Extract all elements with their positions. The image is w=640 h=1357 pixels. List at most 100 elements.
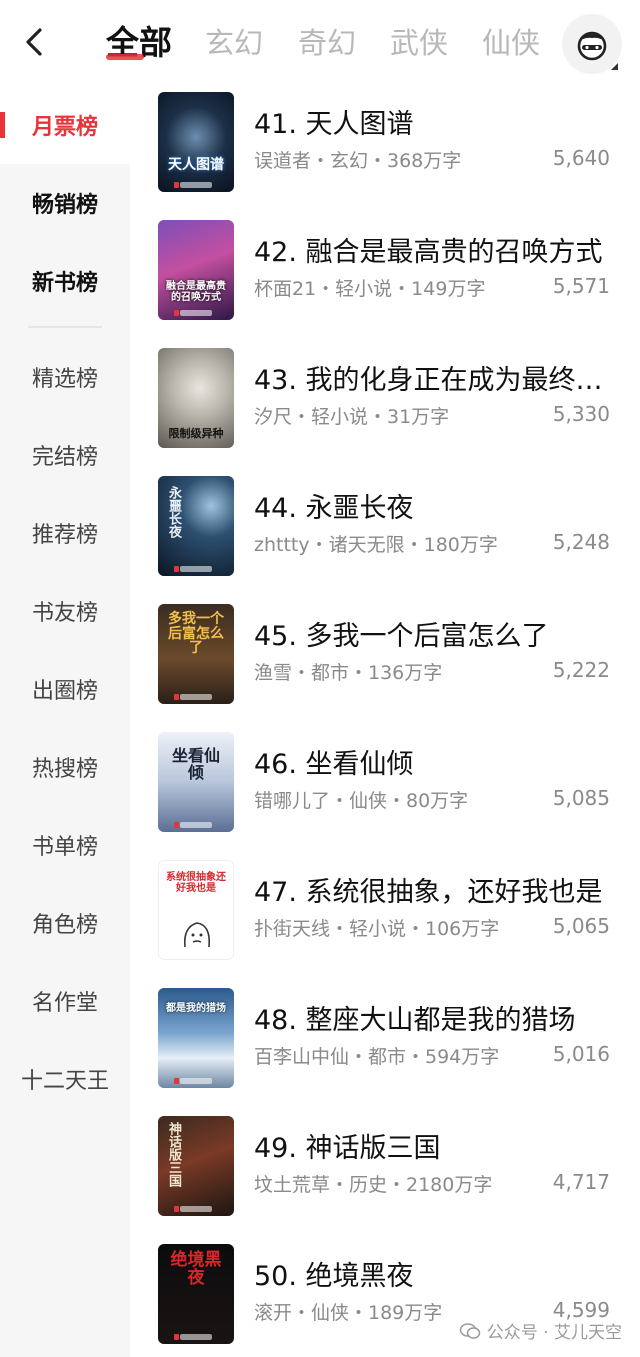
vote-count: 5,065 [552,914,610,938]
book-meta: 错哪儿了・仙侠・80万字 [254,790,469,812]
vote-count: 4,717 [552,1170,610,1194]
book-cover[interactable]: 神话版三国 [158,1116,234,1216]
publisher-badge [174,182,212,188]
vote-count: 5,085 [552,786,610,810]
doodle-face-icon [183,922,211,948]
sidebar-item-label: 新书榜 [31,271,98,296]
sidebar-item-label: 完结榜 [31,445,98,470]
tab-xuanhuan[interactable]: 玄幻 [205,20,263,66]
sidebar-item-hall-of-fame[interactable]: 名作堂 [0,962,130,1040]
sidebar-item-recommended[interactable]: 推荐榜 [0,494,130,572]
tab-qihuan[interactable]: 奇幻 [298,20,356,66]
book-meta: 误道者・玄幻・368万字 [254,150,462,172]
sidebar-item-label: 角色榜 [31,913,98,938]
book-cover[interactable]: 永噩长夜 [158,476,234,576]
book-cover[interactable]: 融合是最高贵的召唤方式 [158,220,234,320]
dropdown-corner-icon [611,63,618,70]
book-meta: 杯面21・轻小说・149万字 [254,278,486,300]
sidebar-item-hot-search[interactable]: 热搜榜 [0,728,130,806]
book-cover[interactable]: 天人图谱 [158,92,234,192]
sidebar-item-label: 出圈榜 [31,679,98,704]
wechat-icon [459,1322,481,1339]
list-item[interactable]: 系统很抽象还好我也是 47. 系统很抽象，还好我也是 扑街天线・轻小说・106万… [130,854,640,982]
book-title[interactable]: 42. 融合是最高贵的召唤方式 [254,230,606,269]
publisher-badge [174,1078,212,1084]
sidebar-item-selected[interactable]: 精选榜 [0,338,130,416]
book-title[interactable]: 49. 神话版三国 [254,1126,606,1165]
book-cover[interactable]: 都是我的猎场 [158,988,234,1088]
top-bar: 全部 玄幻 奇幻 武侠 仙侠 [0,0,640,86]
sidebar-item-label: 畅销榜 [31,193,98,218]
book-title[interactable]: 45. 多我一个后富怎么了 [254,614,606,653]
tab-wuxia[interactable]: 武侠 [390,20,448,66]
sidebar-item-breakout[interactable]: 出圈榜 [0,650,130,728]
sidebar-divider [28,326,102,328]
book-title[interactable]: 43. 我的化身正在成为最终BOSS [254,358,606,397]
list-item[interactable]: 多我一个后富怎么了 45. 多我一个后富怎么了 渔雪・都市・136万字 5,22… [130,598,640,726]
book-meta: 渔雪・都市・136万字 [254,662,443,684]
ranking-sidebar: 月票榜 畅销榜 新书榜 精选榜 完结榜 推荐榜 书友榜 出圈榜 热搜榜 书单榜 [0,86,130,1357]
publisher-badge [174,822,212,828]
book-cover[interactable]: 限制级异种 [158,348,234,448]
sidebar-item-label: 书友榜 [31,601,98,626]
sidebar-item-twelve-kings[interactable]: 十二天王 [0,1040,130,1118]
watermark-text: 公众号 · 艾儿天空 [486,1323,622,1343]
vote-count: 5,222 [552,658,610,682]
sidebar-item-completed[interactable]: 完结榜 [0,416,130,494]
vote-count: 5,571 [552,274,610,298]
book-title[interactable]: 47. 系统很抽象，还好我也是 [254,870,606,909]
publisher-badge [174,310,212,316]
vote-count: 5,016 [552,1042,610,1066]
sidebar-item-reader-friends[interactable]: 书友榜 [0,572,130,650]
book-meta: 滚开・仙侠・189万字 [254,1302,443,1324]
book-meta: 汐尺・轻小说・31万字 [254,406,450,428]
book-title[interactable]: 44. 永噩长夜 [254,486,606,525]
publisher-badge [174,566,212,572]
sidebar-item-booklist[interactable]: 书单榜 [0,806,130,884]
sidebar-item-label: 月票榜 [31,115,98,140]
tab-xianxia[interactable]: 仙侠 [482,20,540,66]
sidebar-item-label: 十二天王 [20,1069,109,1094]
book-title[interactable]: 46. 坐看仙倾 [254,742,606,781]
chevron-left-icon [26,28,42,56]
sidebar-item-label: 推荐榜 [31,523,98,548]
book-title[interactable]: 48. 整座大山都是我的猎场 [254,998,606,1037]
book-cover[interactable]: 坐看仙倾 [158,732,234,832]
list-item[interactable]: 融合是最高贵的召唤方式 42. 融合是最高贵的召唤方式 杯面21・轻小说・149… [130,214,640,342]
sidebar-item-label: 名作堂 [31,991,98,1016]
vote-count: 5,640 [552,146,610,170]
book-title[interactable]: 41. 天人图谱 [254,102,606,141]
book-cover[interactable]: 多我一个后富怎么了 [158,604,234,704]
sidebar-item-monthly-ticket[interactable]: 月票榜 [0,86,130,164]
watermark: 公众号 · 艾儿天空 [459,1318,622,1343]
vote-count: 5,248 [552,530,610,554]
list-item[interactable]: 都是我的猎场 48. 整座大山都是我的猎场 百李山中仙・都市・594万字 5,0… [130,982,640,1110]
user-avatar-icon [577,31,607,61]
sidebar-item-characters[interactable]: 角色榜 [0,884,130,962]
vote-count: 5,330 [552,402,610,426]
book-meta: 扑街天线・轻小说・106万字 [254,918,500,940]
book-title[interactable]: 50. 绝境黑夜 [254,1254,606,1293]
list-item[interactable]: 天人图谱 41. 天人图谱 误道者・玄幻・368万字 5,640 [130,86,640,214]
book-meta: 百李山中仙・都市・594万字 [254,1046,500,1068]
list-item[interactable]: 永噩长夜 44. 永噩长夜 zhttty・诸天无限・180万字 5,248 [130,470,640,598]
book-cover[interactable]: 系统很抽象还好我也是 [158,860,234,960]
publisher-badge [174,694,212,700]
sidebar-item-label: 热搜榜 [31,757,98,782]
list-item[interactable]: 限制级异种 43. 我的化身正在成为最终BOSS 汐尺・轻小说・31万字 5,3… [130,342,640,470]
ranking-page: 全部 玄幻 奇幻 武侠 仙侠 月票榜 畅销榜 新书榜 精选榜 完结榜 推荐榜 书… [0,0,640,1357]
book-meta: 坟土荒草・历史・2180万字 [254,1174,493,1196]
back-button[interactable] [14,22,54,62]
book-cover[interactable]: 绝境黑夜 [158,1244,234,1344]
list-item[interactable]: 坐看仙倾 46. 坐看仙倾 错哪儿了・仙侠・80万字 5,085 [130,726,640,854]
active-item-indicator [0,112,5,138]
publisher-badge [174,1334,212,1340]
book-meta: zhttty・诸天无限・180万字 [254,534,498,556]
avatar-button[interactable] [562,14,622,74]
sidebar-item-label: 精选榜 [31,367,98,392]
list-item[interactable]: 神话版三国 49. 神话版三国 坟土荒草・历史・2180万字 4,717 [130,1110,640,1238]
publisher-badge [174,1206,212,1212]
sidebar-item-bestseller[interactable]: 畅销榜 [0,164,130,242]
active-tab-indicator [106,54,144,60]
sidebar-item-new-books[interactable]: 新书榜 [0,242,130,320]
